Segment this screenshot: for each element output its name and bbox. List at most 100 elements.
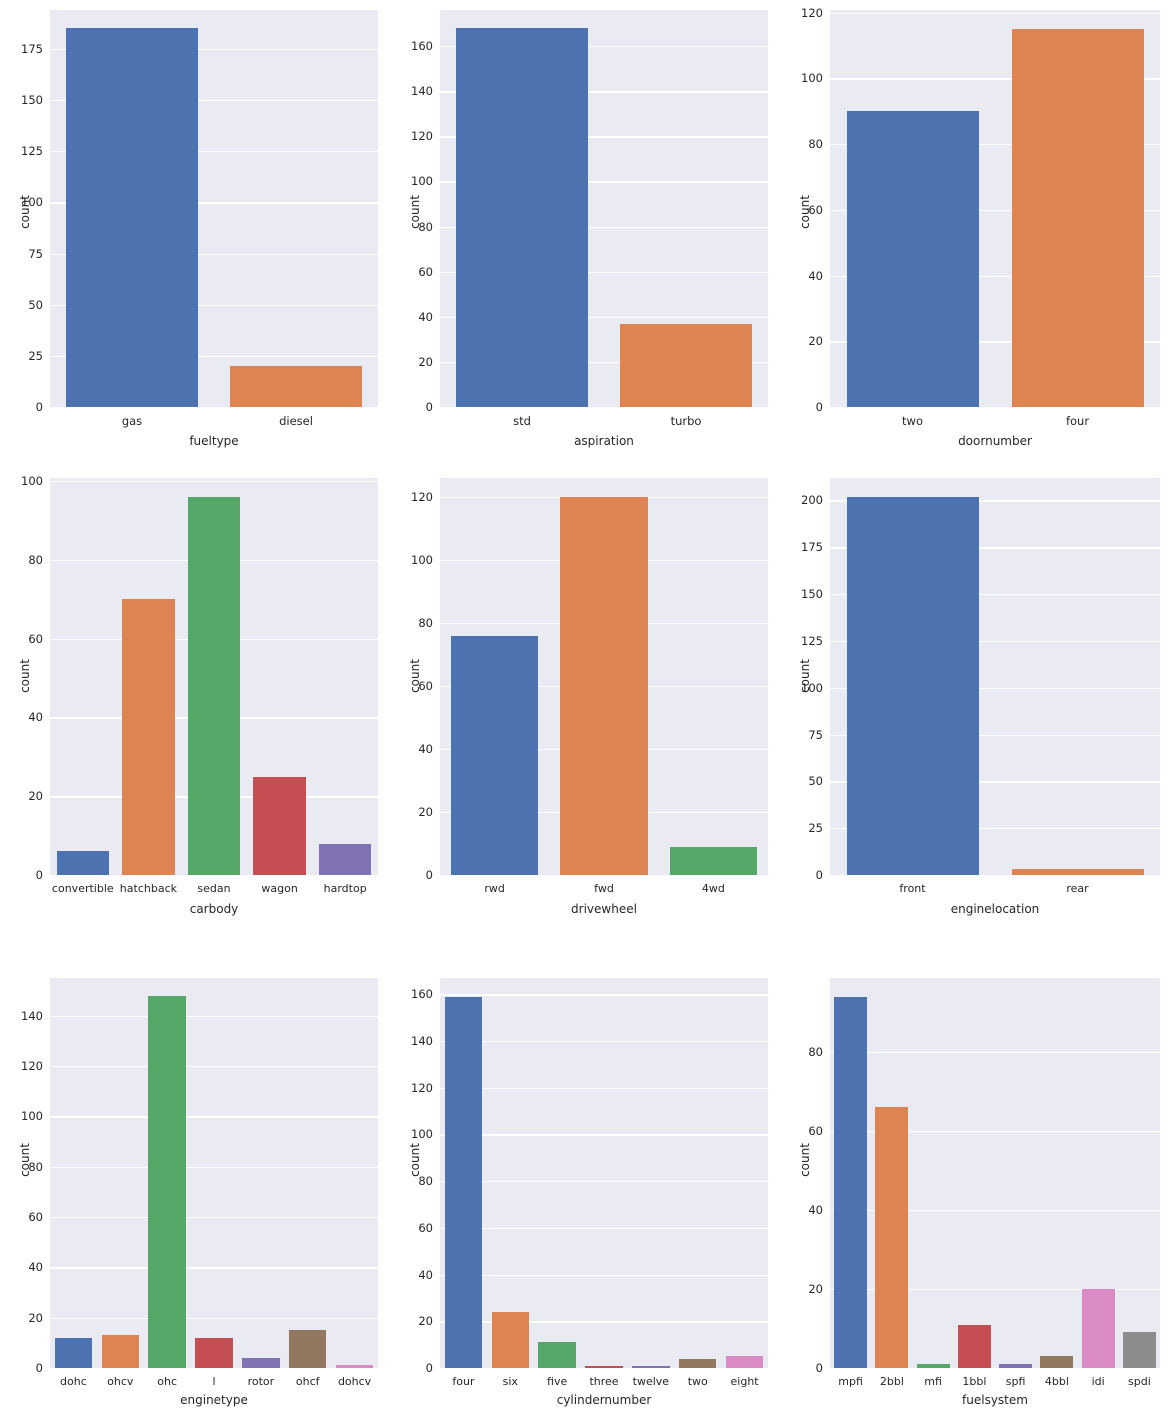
bar-aspiration-turbo — [620, 323, 752, 407]
bar-cell: 1bbl — [954, 978, 995, 1388]
bar-cell: two — [674, 978, 721, 1388]
bar-cell: hardtop — [312, 478, 378, 895]
plot-area-enginelocation: 0 25 50 75 100 125 150 175 200 front rear — [801, 478, 1160, 895]
x-tick-label: ohc — [157, 1375, 178, 1388]
bars-aspiration: std turbo — [440, 10, 768, 428]
x-tick-label: spfi — [1005, 1375, 1026, 1388]
bar-cylindernumber-five — [538, 1342, 576, 1368]
y-axis-title-enginetype: count — [17, 1143, 32, 1177]
x-tick-label: l — [212, 1375, 216, 1388]
y-tick-label: 80 — [808, 1044, 823, 1059]
y-tick-label: 25 — [28, 348, 43, 363]
x-axis-title-enginetype: enginetype — [180, 1393, 248, 1407]
bar-cell: two — [830, 10, 995, 428]
y-tick-label: 60 — [418, 1220, 433, 1235]
bar-cell: twelve — [627, 978, 674, 1388]
x-axis-title-enginelocation: enginelocation — [950, 902, 1040, 916]
bar-aspiration-std — [456, 28, 588, 407]
bar-fuelsystem-4bbl — [1040, 1356, 1074, 1368]
y-tick-label: 0 — [815, 1361, 823, 1375]
bar-fuelsystem-mpfi — [834, 996, 868, 1368]
x-tick-label: convertible — [51, 882, 114, 895]
y-tick-label: 40 — [418, 309, 433, 324]
y-tick-label: 25 — [808, 821, 823, 836]
x-axis-title-doornumber: doornumber — [958, 434, 1032, 448]
x-tick-label: four — [452, 1375, 475, 1388]
x-axis-title-carbody: carbody — [189, 902, 239, 916]
x-tick-label: mpfi — [838, 1375, 863, 1388]
bar-doornumber-four — [1011, 29, 1144, 407]
x-tick-label: dohcv — [337, 1375, 372, 1388]
bar-cell: fwd — [549, 478, 658, 895]
bars-fuelsystem: mpfi 2bbl mfi 1bbl spfi 4bbl idi spdi — [830, 978, 1160, 1388]
y-tick-label: 125 — [801, 633, 823, 648]
bar-cell: 2bbl — [871, 978, 912, 1388]
bar-cell: mpfi — [830, 978, 871, 1388]
y-tick-label: 0 — [35, 1361, 43, 1375]
bar-cell: five — [534, 978, 581, 1388]
figure-grid: 0 25 50 75 100 125 150 175 gas diesel fueltype coun… — [0, 0, 1172, 1408]
y-axis-title-enginelocation: count — [797, 659, 812, 693]
bar-enginetype-ohc — [148, 995, 186, 1368]
y-tick-label: 0 — [425, 400, 433, 414]
plot-area-carbody: 0 20 40 60 80 100 convertible hatchback sedan wag… — [21, 474, 378, 895]
panel-drivewheel: 0 20 40 60 80 100 120 rwd fwd 4wd drivewheel count — [390, 460, 780, 940]
bar-cell: turbo — [604, 10, 768, 428]
plot-area-aspiration: 0 20 40 60 80 100 120 140 160 std turbo — [411, 10, 768, 428]
plot-area-doornumber: 0 20 40 60 80 100 120 two four — [801, 6, 1160, 428]
x-tick-label: ohcv — [107, 1375, 134, 1388]
y-tick-label: 60 — [418, 264, 433, 279]
y-tick-label: 125 — [21, 144, 43, 159]
bar-cell: wagon — [247, 478, 313, 895]
x-tick-label: 1bbl — [962, 1375, 987, 1388]
x-tick-label: rear — [1066, 882, 1089, 895]
x-tick-label: front — [899, 882, 926, 895]
x-tick-label: spdi — [1127, 1375, 1151, 1388]
y-tick-label: 0 — [815, 400, 823, 414]
bar-carbody-wagon — [253, 776, 306, 875]
bar-drivewheel-fwd — [560, 496, 648, 875]
y-tick-label: 150 — [801, 587, 823, 602]
y-axis-title-drivewheel: count — [407, 659, 422, 693]
bar-cell: front — [830, 478, 995, 895]
y-tick-label: 200 — [801, 493, 823, 508]
x-tick-label: turbo — [670, 414, 702, 428]
bar-fuelsystem-spfi — [999, 1364, 1033, 1368]
bar-doornumber-two — [846, 111, 979, 407]
bars-cylindernumber: four six five three twelve two eight — [440, 978, 768, 1388]
bar-cell: diesel — [214, 10, 378, 428]
bar-carbody-convertible — [56, 851, 110, 875]
y-tick-label: 40 — [418, 1267, 433, 1282]
y-tick-label: 0 — [35, 400, 43, 414]
y-axis-title-cylindernumber: count — [407, 1143, 422, 1177]
y-tick-label: 20 — [28, 1310, 43, 1325]
x-tick-label: rotor — [247, 1375, 275, 1388]
x-tick-label: four — [1065, 414, 1090, 428]
y-tick-label: 40 — [418, 741, 433, 756]
x-tick-label: gas — [121, 414, 143, 428]
y-axis-title-fueltype: count — [17, 194, 32, 229]
bar-enginelocation-rear — [1011, 869, 1144, 875]
bar-fuelsystem-mfi — [916, 1364, 950, 1368]
bar-cell: rwd — [440, 478, 549, 895]
y-tick-label: 100 — [411, 1127, 433, 1142]
bar-cell: eight — [721, 978, 768, 1388]
bar-cylindernumber-three — [585, 1365, 623, 1368]
bar-drivewheel-4wd — [669, 846, 758, 875]
y-tick-label: 20 — [808, 334, 823, 349]
y-tick-label: 120 — [411, 489, 433, 504]
y-tick-label: 160 — [411, 987, 433, 1002]
y-axis-title-doornumber: count — [797, 194, 812, 229]
bar-fueltype-diesel — [230, 366, 362, 407]
y-tick-label: 100 — [411, 174, 433, 189]
bar-cell: hatchback — [116, 478, 182, 895]
bar-cell: four — [995, 10, 1160, 428]
panel-cylindernumber: 0 20 40 60 80 100 120 140 160 four six five three twe… — [390, 940, 780, 1408]
x-tick-label: hardtop — [323, 882, 367, 895]
y-tick-label: 75 — [28, 246, 43, 261]
x-tick-label: 4wd — [701, 882, 725, 895]
y-tick-label: 20 — [418, 354, 433, 369]
panel-enginelocation: 0 25 50 75 100 125 150 175 200 front rear engineloc… — [780, 460, 1172, 940]
bar-cell: gas — [50, 10, 214, 428]
y-tick-label: 75 — [808, 727, 823, 742]
